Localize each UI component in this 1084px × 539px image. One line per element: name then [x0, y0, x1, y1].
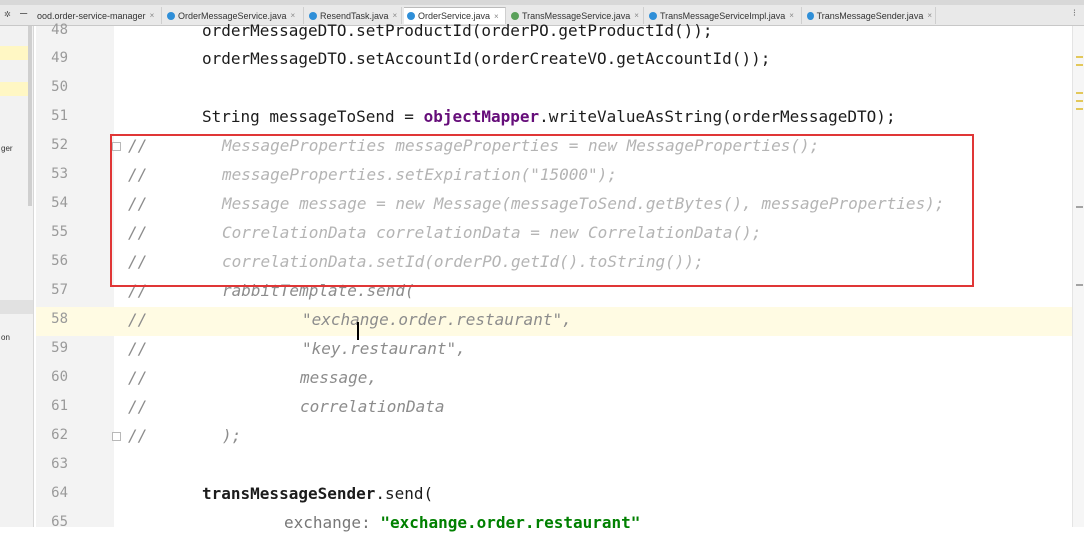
code-line-51: 51 String messageToSend = objectMapper.w…	[36, 104, 1072, 133]
line-number: 58	[51, 311, 68, 327]
code-line-64: 64 transMessageSender.send(	[36, 481, 1072, 510]
line-number: 65	[51, 514, 68, 530]
code-line-61: 61 // correlationData	[36, 394, 1072, 423]
line-number: 63	[51, 456, 68, 472]
code-text[interactable]: transMessageSender.send(	[202, 484, 433, 503]
field-token: objectMapper	[423, 107, 540, 126]
line-number: 48	[51, 22, 68, 38]
code-text[interactable]: correlationData	[300, 397, 445, 416]
code-line-58: 58 // "exchange.order.restaurant",	[36, 307, 1072, 336]
scroll-marker	[1076, 92, 1083, 94]
text-cursor	[357, 322, 359, 340]
scroll-marker	[1076, 100, 1083, 102]
code-text[interactable]: exchange: "exchange.order.restaurant"	[284, 513, 640, 532]
scroll-marker	[1076, 108, 1083, 110]
annotation-highlight-box	[110, 134, 974, 287]
line-number: 56	[51, 253, 68, 269]
code-line-49: 49 orderMessageDTO.setAccountId(orderCre…	[36, 46, 1072, 75]
project-tree-highlight	[0, 82, 30, 96]
code-text[interactable]: orderMessageDTO.setAccountId(orderCreate…	[202, 49, 770, 68]
scroll-marker	[1076, 206, 1083, 208]
comment-marker: //	[128, 368, 148, 387]
code-line-65: 65 exchange: "exchange.order.restaurant"	[36, 510, 1072, 539]
line-number: 49	[51, 50, 68, 66]
gear-icon[interactable]: ✲	[4, 7, 11, 20]
code-line-59: 59 // "key.restaurant",	[36, 336, 1072, 365]
code-line-63: 63	[36, 452, 1072, 481]
code-token: .send(	[375, 484, 434, 503]
line-number: 61	[51, 398, 68, 414]
hide-panel-icon[interactable]: —	[20, 6, 27, 20]
string-token: "exchange.order.restaurant"	[380, 513, 641, 532]
line-number: 55	[51, 224, 68, 240]
code-line-60: 60 // message,	[36, 365, 1072, 394]
code-text[interactable]: "exchange.order.restaurant",	[302, 310, 572, 329]
tab-overflow-icon[interactable]: ⁝	[1073, 8, 1076, 19]
line-number: 64	[51, 485, 68, 501]
code-text[interactable]: String messageToSend = objectMapper.writ…	[202, 107, 896, 126]
code-text[interactable]: );	[222, 426, 241, 445]
code-text[interactable]: orderMessageDTO.setProductId(orderPO.get…	[202, 21, 713, 40]
line-number: 60	[51, 369, 68, 385]
code-line-50: 50	[36, 75, 1072, 104]
code-token: String messageToSend =	[202, 107, 424, 126]
comment-marker: //	[128, 339, 148, 358]
code-token: .writeValueAsString(orderMessageDTO);	[539, 107, 896, 126]
fold-marker-icon[interactable]	[112, 432, 121, 441]
line-number: 59	[51, 340, 68, 356]
project-tree-item[interactable]: on	[1, 333, 10, 342]
scroll-marker	[1076, 56, 1083, 58]
line-number: 52	[51, 137, 68, 153]
code-token: transMessageSender	[202, 484, 376, 503]
scroll-marker	[1076, 284, 1083, 286]
project-scrollbar-thumb[interactable]	[28, 26, 32, 206]
code-text[interactable]: message,	[300, 368, 377, 387]
line-number: 50	[51, 79, 68, 95]
comment-marker: //	[128, 310, 148, 329]
line-number: 62	[51, 427, 68, 443]
line-number: 51	[51, 108, 68, 124]
line-number: 57	[51, 282, 68, 298]
project-tree-highlight	[0, 46, 30, 60]
param-hint: exchange:	[284, 513, 381, 532]
code-line-48: 48 orderMessageDTO.setProductId(orderPO.…	[36, 18, 1072, 47]
project-tree-separator	[0, 300, 33, 314]
line-number: 53	[51, 166, 68, 182]
line-number: 54	[51, 195, 68, 211]
code-line-62: 62 // );	[36, 423, 1072, 452]
code-text[interactable]: "key.restaurant",	[302, 339, 466, 358]
comment-marker: //	[128, 426, 148, 445]
project-tree-item[interactable]: ger	[1, 144, 13, 153]
editor-vertical-scrollbar[interactable]	[1072, 26, 1084, 527]
scroll-marker	[1076, 64, 1083, 66]
comment-marker: //	[128, 397, 148, 416]
